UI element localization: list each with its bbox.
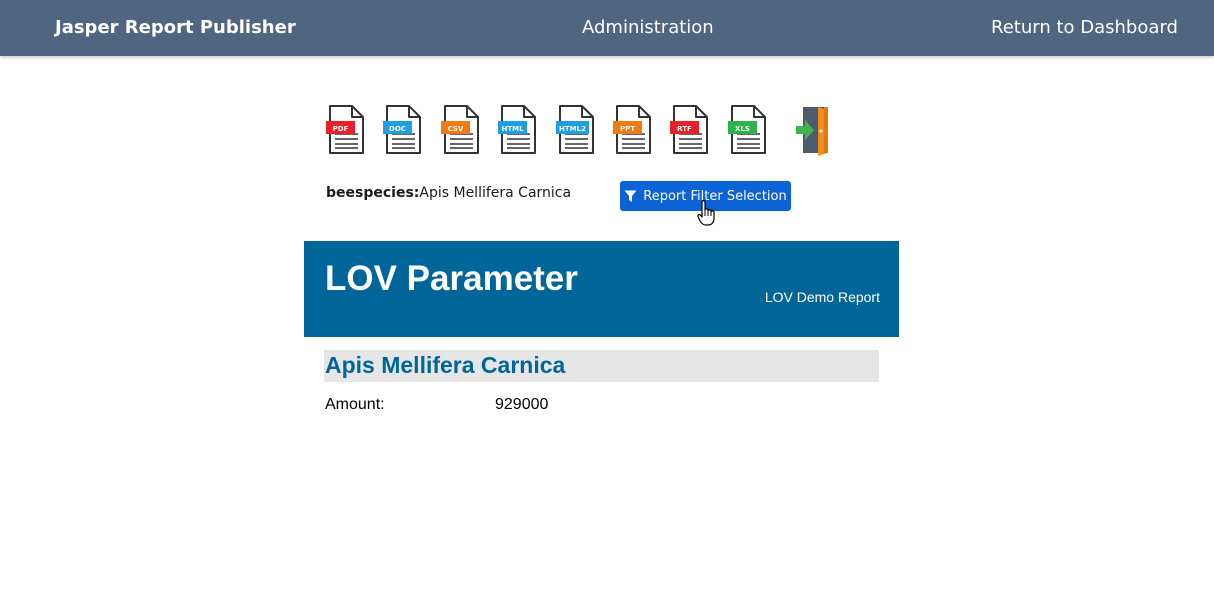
amount-value: 929000 [495,396,549,413]
filter-icon [624,190,637,203]
export-format-label: RTF [677,125,692,133]
mouse-pointer-hand-icon [697,199,717,232]
rtf-file-icon[interactable]: RTF [670,104,710,156]
return-to-dashboard-link[interactable]: Return to Dashboard [991,17,1178,38]
xls-file-icon[interactable]: XLS [728,104,768,156]
amount-label: Amount: [325,396,385,413]
report-title: LOV Parameter [325,259,578,298]
export-format-label: PPT [620,125,635,133]
parameter-display: beespecies:Apis Mellifera Carnica [326,185,571,201]
csv-file-icon[interactable]: CSV [441,104,481,156]
export-format-label: DOC [389,125,406,133]
export-format-label: PDF [333,125,349,133]
exit-door-icon[interactable] [794,104,834,156]
export-format-label: HTML2 [559,125,586,133]
top-navbar: Jasper Report Publisher Administration R… [0,0,1214,56]
export-format-label: CSV [448,125,464,133]
group-header-band: Apis Mellifera Carnica [324,350,879,382]
report-subtitle: LOV Demo Report [764,289,880,305]
html-file-icon[interactable]: HTML [498,104,538,156]
export-format-label: HTML [501,125,524,133]
html2-file-icon[interactable]: HTML2 [556,104,596,156]
pdf-file-icon[interactable]: PDF [326,104,366,156]
group-title: Apis Mellifera Carnica [325,352,566,378]
parameter-value: Apis Mellifera Carnica [419,185,572,201]
brand-link[interactable]: Jasper Report Publisher [55,17,296,38]
administration-link[interactable]: Administration [582,17,714,38]
export-format-label: XLS [735,125,750,133]
doc-file-icon[interactable]: DOC [383,104,423,156]
ppt-file-icon[interactable]: PPT [613,104,653,156]
report-title-band: LOV Parameter LOV Demo Report [304,241,899,337]
parameter-name: beespecies: [326,185,420,201]
